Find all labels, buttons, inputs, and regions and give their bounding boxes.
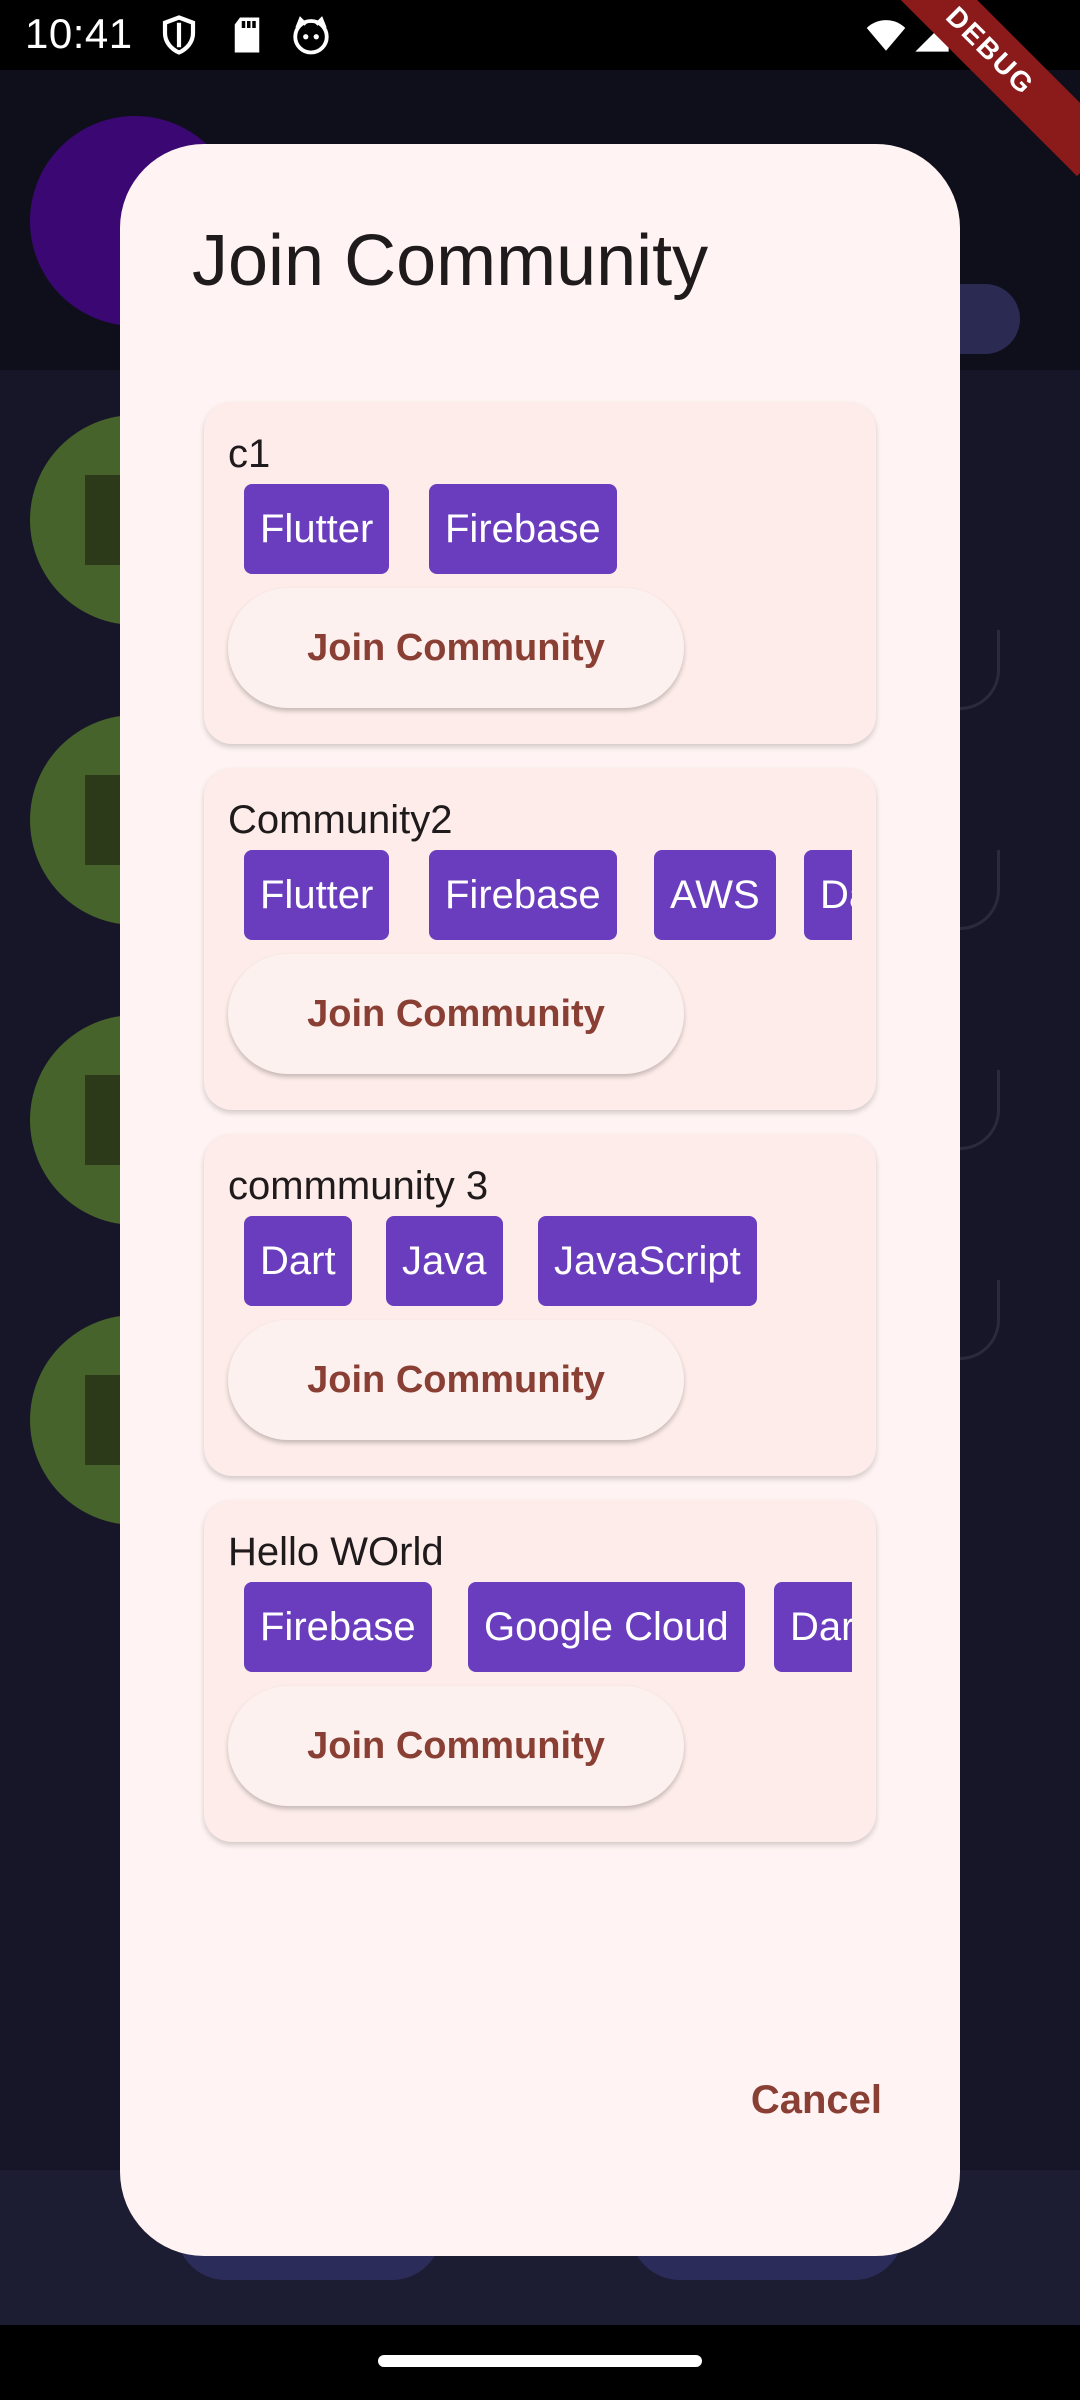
community-card: c1 Flutter Firebase Join Community <box>204 402 876 744</box>
tag-chip: Dart <box>244 1216 352 1306</box>
join-community-button[interactable]: Join Community <box>228 954 684 1074</box>
tag-list: Dart Java JavaScript <box>204 1216 852 1306</box>
cancel-button[interactable]: Cancel <box>682 2060 882 2140</box>
tag-chip: Dart <box>804 850 852 940</box>
tag-chip: Firebase <box>429 484 617 574</box>
tag-list: Flutter Firebase AWS Dart <box>204 850 852 940</box>
community-name: Community2 <box>228 798 453 842</box>
tag-chip: Java <box>386 1216 503 1306</box>
community-card: commmunity 3 Dart Java JavaScript Join C… <box>204 1134 876 1476</box>
tag-chip: Firebase <box>244 1582 432 1672</box>
tag-chip: AWS <box>654 850 776 940</box>
sd-card-icon <box>234 17 260 53</box>
community-name: commmunity 3 <box>228 1164 489 1208</box>
status-time: 10:41 <box>25 10 133 57</box>
tag-list: Flutter Firebase <box>204 484 852 574</box>
navigation-bar <box>0 2325 1080 2400</box>
tag-chip: Flutter <box>244 850 390 940</box>
join-community-button[interactable]: Join Community <box>228 1686 684 1806</box>
tag-list: Firebase Google Cloud Dart <box>204 1582 852 1672</box>
shield-icon <box>162 15 196 55</box>
tag-chip: JavaScript <box>538 1216 757 1306</box>
join-community-dialog: Join Community c1 Flutter Firebase Join … <box>120 144 960 2256</box>
community-name: c1 <box>228 432 271 476</box>
community-name: Hello WOrld <box>228 1530 444 1574</box>
tag-chip: Flutter <box>244 484 390 574</box>
home-handle[interactable] <box>378 2355 702 2367</box>
wifi-icon <box>866 20 906 51</box>
dialog-title: Join Community <box>192 221 709 301</box>
tag-chip: Firebase <box>429 850 617 940</box>
join-community-button[interactable]: Join Community <box>228 1320 684 1440</box>
community-card: Community2 Flutter Firebase AWS Dart Joi… <box>204 768 876 1110</box>
join-community-button[interactable]: Join Community <box>228 588 684 708</box>
tag-chip: Google Cloud <box>468 1582 745 1672</box>
community-card: Hello WOrld Firebase Google Cloud Dart J… <box>204 1500 876 1842</box>
tag-chip: Dart <box>774 1582 852 1672</box>
cat-icon <box>293 16 329 55</box>
